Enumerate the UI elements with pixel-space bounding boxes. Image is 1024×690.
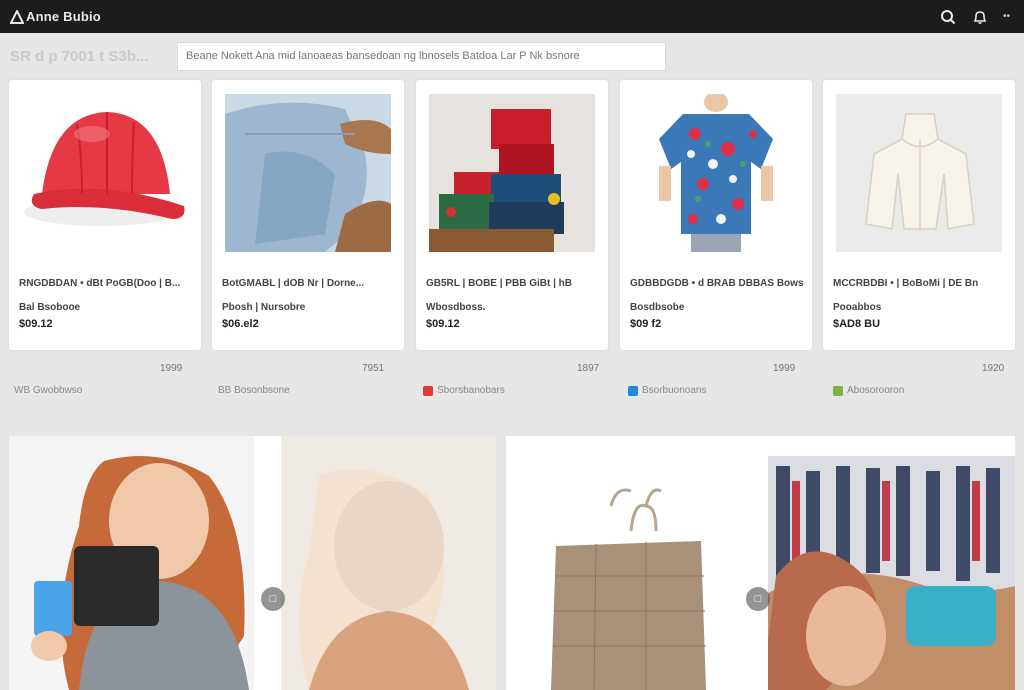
seller-link[interactable]: BB Bosonbsone bbox=[218, 385, 290, 396]
app-title: Anne Bubio bbox=[26, 9, 101, 24]
product-price: $06.el2 bbox=[222, 318, 259, 330]
product-card[interactable]: GB5RL | BOBE | PBB GiBt | hB Wbosdboss. … bbox=[416, 80, 608, 350]
product-image-denim-jacket bbox=[225, 94, 391, 252]
product-price: $AD8 BU bbox=[833, 318, 881, 330]
product-image-red-cap bbox=[22, 94, 188, 252]
product-image-gift-stack bbox=[429, 94, 595, 252]
product-title: GDBBDGDB • d BRAB DBBAS Bows Bosdbsobe bbox=[630, 278, 804, 313]
banner-left-next-button[interactable]: □ bbox=[261, 587, 285, 611]
seller-badge-icon bbox=[833, 385, 843, 396]
seller-name: Sborsbanobars bbox=[437, 385, 505, 396]
seller-link[interactable]: Sborsbanobars bbox=[423, 385, 505, 396]
seller-name: BB Bosonbsone bbox=[218, 385, 290, 396]
banner-right-image bbox=[506, 436, 1015, 690]
banner-left-image bbox=[9, 436, 496, 690]
seller-badge-icon bbox=[423, 385, 433, 396]
product-card[interactable]: RNGDBDAN • dBt PoGB(Doo | B... Bal Bsobo… bbox=[9, 80, 201, 350]
product-title: MCCRBDBI • | BoBoMi | DE Bn Pooabbos bbox=[833, 278, 979, 313]
seller-link[interactable]: WB Gwobbwso bbox=[14, 385, 82, 396]
product-title: GB5RL | BOBE | PBB GiBt | hB Wbosdboss. bbox=[426, 278, 572, 313]
section-label: SR d p 7001 t S3b... bbox=[10, 47, 149, 65]
search-input[interactable] bbox=[177, 41, 666, 71]
seller-name: Abosorooron bbox=[847, 385, 905, 396]
product-price: $09.12 bbox=[426, 318, 460, 330]
seller-link[interactable]: Bsorbuonoans bbox=[628, 385, 707, 396]
seller-name: WB Gwobbwso bbox=[14, 385, 83, 396]
product-card[interactable]: BotGMABL | dOB Nr | Dorne... Pbosh | Nur… bbox=[212, 80, 404, 350]
logo-icon bbox=[10, 9, 24, 24]
product-card[interactable]: MCCRBDBI • | BoBoMi | DE Bn Pooabbos $AD… bbox=[823, 80, 1015, 350]
product-title: BotGMABL | dOB Nr | Dorne... Pbosh | Nur… bbox=[222, 278, 365, 313]
seller-badge-icon bbox=[628, 385, 638, 396]
banner-left[interactable]: □ bbox=[9, 436, 496, 690]
seller-link[interactable]: Abosorooron bbox=[833, 385, 904, 396]
product-card[interactable]: GDBBDGDB • d BRAB DBBAS Bows Bosdbsobe $… bbox=[620, 80, 812, 350]
search-row: SR d p 7001 t S3b... bbox=[0, 38, 1024, 74]
product-price: $09 f2 bbox=[630, 318, 662, 330]
product-price: $09.12 bbox=[19, 318, 53, 330]
top-bar: Anne Bubio •• bbox=[0, 0, 1024, 33]
meta-row: 1999 WB Gwobbwso 7951 BB Bosonbsone 1897… bbox=[0, 355, 1024, 405]
product-count: 1999 bbox=[773, 363, 796, 374]
product-image-floral-shirt bbox=[633, 94, 799, 252]
product-count: 1920 bbox=[982, 363, 1005, 374]
product-count: 1999 bbox=[160, 363, 183, 374]
product-count: 1897 bbox=[577, 363, 600, 374]
banner-right-next-button[interactable]: □ bbox=[746, 587, 770, 611]
search-icon[interactable] bbox=[939, 8, 957, 26]
product-count: 7951 bbox=[362, 363, 385, 374]
product-image-white-garment bbox=[836, 94, 1002, 252]
banner-right[interactable]: □ bbox=[506, 436, 1015, 690]
more-icon[interactable]: •• bbox=[1003, 11, 1010, 22]
seller-name: Bsorbuonoans bbox=[642, 385, 707, 396]
product-title: RNGDBDAN • dBt PoGB(Doo | B... Bal Bsobo… bbox=[19, 278, 181, 313]
bell-icon[interactable] bbox=[971, 8, 989, 26]
app-logo[interactable]: Anne Bubio bbox=[10, 9, 101, 24]
